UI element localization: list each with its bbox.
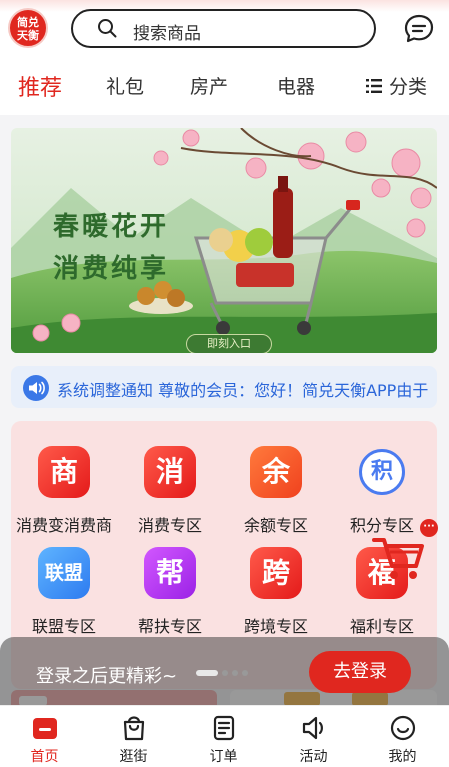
tab-appliances[interactable]: 电器 [277, 72, 315, 99]
message-icon[interactable] [403, 13, 435, 45]
tab-gift-pack[interactable]: 礼包 [106, 72, 144, 99]
nav-orders[interactable]: 订单 [179, 706, 268, 767]
nav-activities[interactable]: 活动 [269, 706, 358, 767]
grid-item-assistance[interactable]: 帮 帮扶专区 [117, 547, 223, 643]
grid-item-consumption[interactable]: 消 消费专区 [117, 446, 223, 542]
home-icon [33, 718, 57, 739]
grid-item-label: 消费变消费商 [15, 516, 112, 535]
nav-label: 我的 [388, 749, 417, 765]
nav-label: 订单 [209, 749, 238, 765]
list-icon[interactable] [366, 78, 382, 94]
search-icon [98, 19, 117, 38]
nav-profile[interactable]: 我的 [358, 706, 447, 767]
nav-label: 活动 [299, 749, 328, 765]
nav-browse[interactable]: 逛街 [89, 706, 178, 767]
carousel-indicator [196, 661, 252, 680]
tab-real-estate[interactable]: 房产 [190, 72, 228, 99]
grid-item-label: 帮扶专区 [137, 617, 202, 636]
nav-label: 逛街 [119, 749, 148, 765]
balance-icon: 余 [250, 446, 302, 498]
banner-title-line2: 消费纯享 [53, 254, 170, 284]
nav-home[interactable]: 首页 [0, 706, 89, 767]
consumption-icon: 消 [144, 446, 196, 498]
notice-text: 系统调整通知 尊敬的会员：您好！简兑天衡APP由于 [57, 381, 429, 400]
banner-title: 春暖花开 消费纯享 [53, 206, 169, 290]
login-button[interactable]: 去登录 [309, 651, 411, 693]
grid-item-alliance[interactable]: 联盟 联盟专区 [11, 547, 117, 643]
grid-item-label: 福利专区 [349, 617, 414, 636]
logo-text: 简兑天衡 [17, 16, 39, 42]
floating-cart-icon[interactable] [370, 532, 426, 584]
grid-item-label: 余额专区 [243, 516, 308, 535]
grid-item-balance[interactable]: 余 余额专区 [223, 446, 329, 542]
cross-border-icon: 跨 [250, 547, 302, 599]
grid-item-label: 消费专区 [137, 516, 202, 535]
login-prompt-text: 登录之后更精彩~ [36, 666, 178, 687]
login-prompt-bar: 登录之后更精彩~ 去登录 [0, 637, 449, 705]
speaker-icon [23, 375, 49, 401]
banner-title-line1: 春暖花开 [53, 212, 170, 242]
assistance-icon: 帮 [144, 547, 196, 599]
promo-banner[interactable]: 春暖花开 消费纯享 即刻入口 [11, 128, 437, 353]
alliance-icon: 联盟 [38, 547, 90, 599]
grid-item-cross-border[interactable]: 跨 跨境专区 [223, 547, 329, 643]
header: 简兑天衡 搜索商品 推荐 礼包 房产 电器 分类 [0, 0, 449, 115]
profile-icon [390, 715, 416, 741]
shopping-bag-icon [123, 716, 145, 741]
banner-enter-button[interactable]: 即刻入口 [186, 334, 272, 353]
app-logo[interactable]: 简兑天衡 [8, 8, 48, 48]
search-placeholder: 搜索商品 [133, 24, 201, 44]
tab-categories[interactable]: 分类 [389, 72, 427, 99]
grid-item-consumer-merchant[interactable]: 商 消费变消费商 [11, 446, 117, 542]
tab-recommend[interactable]: 推荐 [18, 70, 62, 102]
merchant-icon: 商 [38, 446, 90, 498]
grid-item-label: 跨境专区 [243, 617, 308, 636]
nav-label: 首页 [30, 749, 59, 765]
points-icon: 积 [359, 449, 405, 495]
search-bar[interactable]: 搜索商品 [71, 9, 376, 48]
category-tabs: 推荐 礼包 房产 电器 分类 [0, 68, 449, 108]
bottom-nav: 首页 逛街 订单 活动 我的 [0, 705, 449, 767]
notice-bar[interactable]: 系统调整通知 尊敬的会员：您好！简兑天衡APP由于 [11, 366, 437, 408]
order-list-icon [213, 715, 235, 741]
grid-item-label: 联盟专区 [31, 617, 96, 636]
speaker-icon [302, 716, 323, 740]
